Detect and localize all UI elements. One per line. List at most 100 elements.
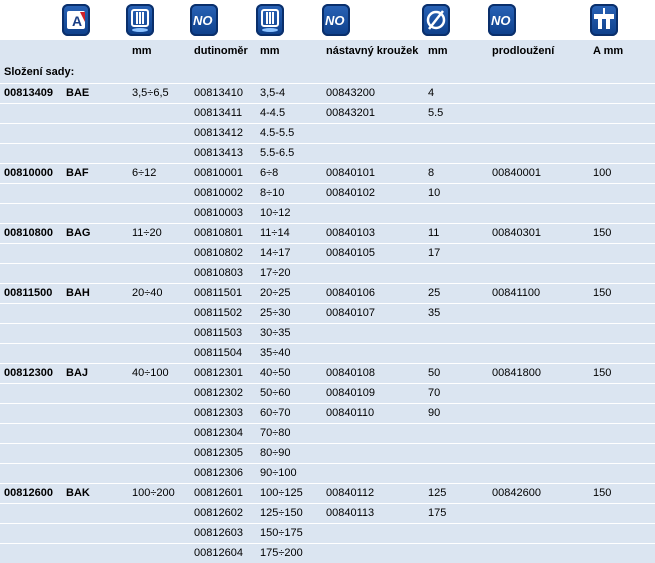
table-row: 00810802 14÷17 00840105 17	[0, 243, 655, 263]
diameter-icon	[422, 4, 450, 36]
comb-icon	[126, 4, 154, 36]
table-row: 00812603 150÷175	[0, 523, 655, 543]
cell-set-code: 00813409	[4, 87, 53, 99]
table-row: 00811503 30÷35	[0, 323, 655, 343]
cell-gauge-range: 100÷125	[260, 487, 303, 499]
cell-gauge-range: 35÷40	[260, 347, 291, 359]
cell-gauge-code: 00811502	[194, 307, 243, 319]
table-row: 00812303 60÷70 00840110 90	[0, 403, 655, 423]
cell-range: 40÷100	[132, 367, 169, 379]
cell-ring-mm: 90	[428, 407, 441, 419]
cell-gauge-code: 00812302	[194, 387, 243, 399]
header-ring: nástavný kroužek	[326, 45, 419, 57]
cell-gauge-code: 00812305	[194, 447, 243, 459]
cell-ring-code: 00840106	[326, 287, 375, 299]
table-row: 00811504 35÷40	[0, 343, 655, 363]
cell-range: 6÷12	[132, 167, 157, 179]
cell-gauge-code: 00811503	[194, 327, 243, 339]
cell-gauge-code: 00813412	[194, 127, 243, 139]
cell-extension-code: 00841800	[492, 367, 541, 379]
table-row: 00810003 10÷12	[0, 203, 655, 223]
cell-gauge-range: 17÷20	[260, 267, 291, 279]
table-row: 00813412 4.5-5.5	[0, 123, 655, 143]
table-row: 00812305 80÷90	[0, 443, 655, 463]
cell-ring-mm: 70	[428, 387, 441, 399]
cell-set-type: BAG	[66, 227, 91, 239]
cell-range: 20÷40	[132, 287, 163, 299]
cell-extension-code: 00840001	[492, 167, 541, 179]
cell-ring-code: 00840105	[326, 247, 375, 259]
cell-gauge-code: 00812604	[194, 547, 243, 559]
cell-ring-code: 00840112	[326, 487, 375, 499]
cell-gauge-range: 70÷80	[260, 427, 291, 439]
cell-gauge-range: 8÷10	[260, 187, 285, 199]
parts-table: 00813409 BAE 3,5÷6,5 00813410 3,5-4 00843200 4…	[0, 83, 655, 563]
cell-range: 100÷200	[132, 487, 175, 499]
cell-gauge-range: 6÷8	[260, 167, 279, 179]
table-row: 00813409 BAE 3,5÷6,5 00813410 3,5-4 00843200 4	[0, 83, 655, 103]
cell-gauge-range: 3,5-4	[260, 87, 286, 99]
cell-gauge-range: 4-4.5	[260, 107, 286, 119]
cell-a-mm: 150	[593, 287, 612, 299]
table-row: 00813411 4-4.5 00843201 5.5	[0, 103, 655, 123]
cell-a-mm: 150	[593, 227, 612, 239]
cell-gauge-code: 00812603	[194, 527, 243, 539]
cell-ring-mm: 11	[428, 227, 440, 239]
cell-ring-code: 00840101	[326, 167, 375, 179]
cell-gauge-code: 00812602	[194, 507, 243, 519]
cell-ring-code: 00840102	[326, 187, 375, 199]
table-row: 00810002 8÷10 00840102 10	[0, 183, 655, 203]
cell-gauge-code: 00810003	[194, 207, 243, 219]
cell-a-mm: 150	[593, 487, 612, 499]
svg-text:NO: NO	[193, 13, 213, 28]
cell-ring-code: 00840107	[326, 307, 375, 319]
cell-a-mm: 150	[593, 367, 612, 379]
cell-ring-mm: 175	[428, 507, 447, 519]
cell-gauge-range: 30÷35	[260, 327, 291, 339]
cell-gauge-range: 80÷90	[260, 447, 291, 459]
cell-gauge-code: 00810002	[194, 187, 243, 199]
cell-gauge-range: 90÷100	[260, 467, 297, 479]
table-row: 00812602 125÷150 00840113 175	[0, 503, 655, 523]
cell-ring-code: 00840108	[326, 367, 375, 379]
cell-ring-mm: 125	[428, 487, 447, 499]
cell-gauge-range: 40÷50	[260, 367, 291, 379]
cell-set-type: BAF	[66, 167, 89, 179]
cell-ring-code: 00840109	[326, 387, 375, 399]
cell-set-code: 00812300	[4, 367, 53, 379]
cell-gauge-code: 00811504	[194, 347, 243, 359]
cell-gauge-code: 00813411	[194, 107, 243, 119]
cell-gauge-range: 11÷14	[260, 227, 290, 239]
cell-ring-mm: 8	[428, 167, 435, 179]
cell-a-mm: 100	[593, 167, 612, 179]
table-row: 00812600 BAK 100÷200 00812601 100÷125 0084011…	[0, 483, 655, 503]
cell-gauge-range: 5.5-6.5	[260, 147, 295, 159]
cell-extension-code: 00840301	[492, 227, 541, 239]
cell-gauge-range: 14÷17	[260, 247, 291, 259]
cell-gauge-code: 00811501	[194, 287, 243, 299]
no-sign-icon: NO	[488, 4, 516, 36]
cell-ring-mm: 25	[428, 287, 441, 299]
cell-set-type: BAK	[66, 487, 90, 499]
no-sign-icon: NO	[190, 4, 218, 36]
header-mm-ring: mm	[428, 45, 448, 57]
cell-gauge-code: 00810801	[194, 227, 243, 239]
cell-set-type: BAJ	[66, 367, 89, 379]
table-row: 00812306 90÷100	[0, 463, 655, 483]
header-mm-gauge: mm	[260, 45, 280, 57]
user-gauge-icon: A	[62, 4, 90, 36]
anvil-icon	[590, 4, 618, 36]
cell-gauge-range: 175÷200	[260, 547, 303, 559]
cell-gauge-code: 00812303	[194, 407, 243, 419]
cell-ring-mm: 4	[428, 87, 435, 99]
cell-gauge-range: 125÷150	[260, 507, 303, 519]
cell-gauge-range: 150÷175	[260, 527, 303, 539]
cell-gauge-range: 25÷30	[260, 307, 291, 319]
cell-ring-code: 00843201	[326, 107, 375, 119]
cell-gauge-range: 50÷60	[260, 387, 291, 399]
cell-gauge-range: 60÷70	[260, 407, 291, 419]
cell-ring-mm: 10	[428, 187, 441, 199]
table-row: 00812302 50÷60 00840109 70	[0, 383, 655, 403]
cell-ring-mm: 35	[428, 307, 441, 319]
header-a-mm: A mm	[593, 45, 624, 57]
